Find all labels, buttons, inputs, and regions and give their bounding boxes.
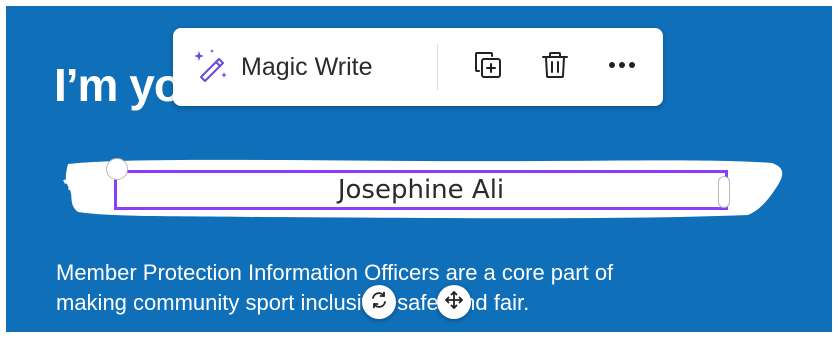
description-line-2: making community sport inclusive, safe, … (56, 290, 530, 315)
trash-icon (539, 49, 571, 86)
canvas-heading[interactable]: I’m yo (54, 58, 182, 112)
resize-handle-top-left[interactable] (106, 158, 128, 180)
description-paragraph[interactable]: Member Protection Information Officers a… (56, 258, 816, 318)
duplicate-icon (472, 49, 504, 86)
rotate-icon (369, 290, 389, 315)
magic-wand-icon (191, 45, 231, 90)
more-options-button[interactable] (600, 45, 644, 89)
rotate-button[interactable] (362, 285, 396, 319)
move-icon (444, 290, 464, 315)
description-line-1: Member Protection Information Officers a… (56, 260, 614, 285)
toolbar-divider (437, 44, 438, 90)
delete-button[interactable] (533, 45, 577, 89)
move-button[interactable] (437, 285, 471, 319)
context-toolbar: Magic Write (173, 28, 663, 106)
more-horizontal-icon (606, 49, 638, 86)
duplicate-button[interactable] (466, 45, 510, 89)
magic-write-button[interactable]: Magic Write (191, 42, 373, 92)
magic-write-label: Magic Write (241, 52, 373, 81)
name-text-field[interactable]: Josephine Ali (114, 170, 728, 210)
resize-handle-right[interactable] (718, 176, 730, 208)
